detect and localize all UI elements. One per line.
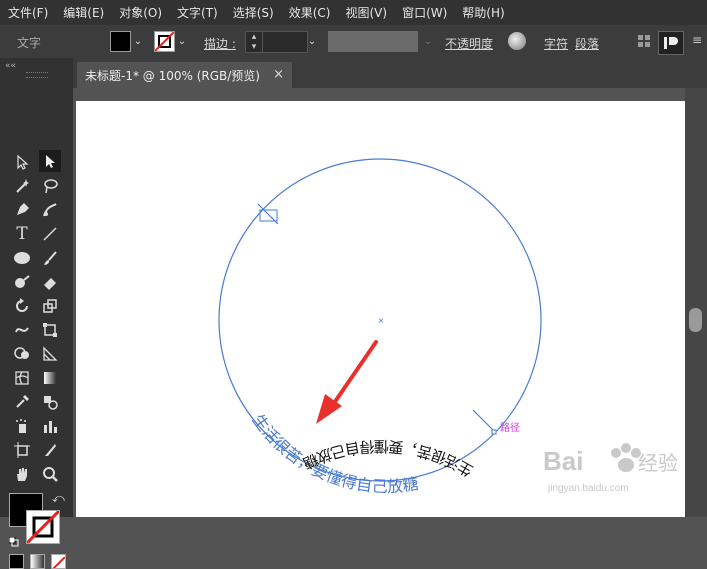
swap-colors-icon[interactable]: ⤺ xyxy=(52,491,65,506)
type-icon[interactable]: T xyxy=(11,223,33,245)
perspective-grid-icon[interactable] xyxy=(39,343,61,365)
stroke-color-box[interactable] xyxy=(26,510,60,544)
none-mode-icon[interactable] xyxy=(51,554,66,569)
vertical-scrollbar[interactable] xyxy=(685,88,707,517)
watermark: Bai 经验 jingyan.baidu.com xyxy=(538,438,685,517)
menu-edit[interactable]: 编辑(E) xyxy=(55,4,111,21)
svg-text:Bai: Bai xyxy=(543,446,583,476)
collapse-icon[interactable]: «« xyxy=(5,61,16,71)
default-colors-icon[interactable] xyxy=(8,532,19,547)
shape-builder-icon[interactable] xyxy=(11,343,33,365)
zoom-icon[interactable] xyxy=(39,463,61,485)
stroke-swatch[interactable] xyxy=(154,31,175,52)
artboard[interactable]: 路径 × 生活很苦，要懂得自己放糖 生活很苦，要懂得自己放糖 Bai 经验 ji… xyxy=(76,101,685,517)
artboard-icon[interactable] xyxy=(11,439,33,461)
pen-icon[interactable] xyxy=(11,199,33,221)
menu-bar: 文件(F) 编辑(E) 对象(O) 文字(T) 选择(S) 效果(C) 视图(V… xyxy=(0,0,707,25)
slice-icon[interactable] xyxy=(39,439,61,461)
svg-text:jingyan.baidu.com: jingyan.baidu.com xyxy=(547,483,629,494)
stroke-weight-input[interactable] xyxy=(262,31,308,53)
svg-text:经验: 经验 xyxy=(638,451,678,475)
none-stroke-icon xyxy=(27,511,59,543)
character-label[interactable]: 字符 xyxy=(544,35,568,52)
canvas-gutter xyxy=(73,88,685,101)
menu-select[interactable]: 选择(S) xyxy=(225,4,281,21)
line-icon[interactable] xyxy=(39,223,61,245)
document-tab-bar: 未标题-1* @ 100% (RGB/预览) × xyxy=(73,58,707,88)
variable-width-profile[interactable] xyxy=(328,31,418,52)
menu-help[interactable]: 帮助(H) xyxy=(454,4,511,21)
symbol-sprayer-icon[interactable] xyxy=(11,415,33,437)
center-point-icon: × xyxy=(378,316,384,327)
stroke-weight-stepper[interactable]: ▴ ▾ xyxy=(245,31,263,53)
hand-icon[interactable] xyxy=(11,463,33,485)
align-grid-icon[interactable] xyxy=(637,34,651,48)
rotate-icon[interactable] xyxy=(11,295,33,317)
style-icon[interactable] xyxy=(508,32,526,50)
none-stroke-icon xyxy=(155,32,174,51)
anchor-point[interactable] xyxy=(491,429,497,435)
opacity-label[interactable]: 不透明度 xyxy=(445,35,493,52)
fill-swatch[interactable] xyxy=(110,31,131,52)
color-mode-icon[interactable] xyxy=(9,554,24,569)
menu-effect[interactable]: 效果(C) xyxy=(281,4,338,21)
stroke-weight-dropdown[interactable]: ⌄ xyxy=(306,31,318,51)
control-bar: 文字 ⌄ ⌄ 描边 : ▴ ▾ ⌄ ⌄ 不透明度 字符 段落 ≡ xyxy=(0,25,707,59)
menu-window[interactable]: 窗口(W) xyxy=(394,4,454,21)
scrollbar-thumb[interactable] xyxy=(689,308,702,332)
fill-dropdown[interactable]: ⌄ xyxy=(132,31,144,51)
mesh-icon[interactable] xyxy=(11,367,33,389)
panel-menu-icon[interactable]: ≡ xyxy=(692,33,704,49)
red-arrow-annotation xyxy=(316,340,378,424)
stroke-dropdown[interactable]: ⌄ xyxy=(176,31,188,51)
eraser-icon[interactable] xyxy=(39,271,61,293)
document-tab[interactable]: 未标题-1* @ 100% (RGB/预览) × xyxy=(77,62,292,88)
magic-wand-icon[interactable] xyxy=(11,175,33,197)
paintbrush-icon[interactable] xyxy=(39,247,61,269)
ellipse-icon[interactable] xyxy=(11,247,33,269)
grip-icon[interactable] xyxy=(26,72,48,78)
menu-file[interactable]: 文件(F) xyxy=(0,4,55,21)
gradient-icon[interactable] xyxy=(39,367,61,389)
menu-object[interactable]: 对象(O) xyxy=(111,4,169,21)
baidu-paw-logo: Bai 经验 jingyan.baidu.com xyxy=(543,443,678,494)
eyedropper-icon[interactable] xyxy=(11,391,33,413)
profile-dropdown[interactable]: ⌄ xyxy=(422,31,434,51)
direct-selection-icon[interactable] xyxy=(11,151,33,173)
path-start-marker xyxy=(257,203,279,225)
selection-icon[interactable] xyxy=(39,150,61,172)
paragraph-label[interactable]: 段落 xyxy=(575,35,599,52)
blob-brush-icon[interactable] xyxy=(11,271,33,293)
warp-icon[interactable] xyxy=(11,319,33,341)
tool-label: 文字 xyxy=(17,36,42,50)
column-graph-icon[interactable] xyxy=(39,415,61,437)
path-hint-label: 路径 xyxy=(500,421,520,434)
tools-panel: «« T ⤺ xyxy=(0,58,73,569)
lasso-icon[interactable] xyxy=(39,175,61,197)
curvature-icon[interactable] xyxy=(39,199,61,221)
close-icon[interactable]: × xyxy=(273,67,284,82)
gradient-mode-icon[interactable] xyxy=(30,554,45,569)
stroke-label[interactable]: 描边 : xyxy=(204,35,236,52)
blend-icon[interactable] xyxy=(39,391,61,413)
document-tab-title: 未标题-1* @ 100% (RGB/预览) xyxy=(85,68,260,83)
menu-view[interactable]: 视图(V) xyxy=(337,4,394,21)
menu-type[interactable]: 文字(T) xyxy=(169,4,225,21)
free-transform-icon[interactable] xyxy=(39,319,61,341)
scale-icon[interactable] xyxy=(39,295,61,317)
transform-icon[interactable] xyxy=(658,31,684,55)
